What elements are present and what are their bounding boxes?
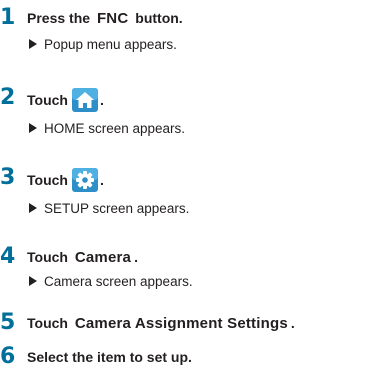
step-instruction: Touch Camera. xyxy=(27,249,138,266)
step-result: HOME screen appears. xyxy=(29,120,185,138)
home-icon xyxy=(71,88,98,117)
step-result: Camera screen appears. xyxy=(29,273,193,291)
step-number: 1 xyxy=(0,5,16,30)
step-instruction: Touch . xyxy=(27,168,104,197)
step-number: 2 xyxy=(0,85,16,110)
fnc-button-label: FNC xyxy=(96,10,129,27)
step-instruction: Touch Camera Assignment Settings. xyxy=(27,315,295,332)
step-number: 4 xyxy=(0,244,16,269)
step-result: Popup menu appears. xyxy=(29,36,177,54)
camera-key-label: Camera xyxy=(74,249,132,266)
step-instruction: Touch . xyxy=(27,88,104,117)
arrow-icon xyxy=(29,39,37,49)
step-instruction: Press the FNC button. xyxy=(27,10,183,27)
step-instruction: Select the item to set up. xyxy=(27,349,192,365)
gear-icon xyxy=(71,168,98,197)
step-result: SETUP screen appears. xyxy=(29,200,189,218)
arrow-icon xyxy=(29,123,37,133)
arrow-icon xyxy=(29,276,37,286)
camera-assignment-settings-label: Camera Assignment Settings xyxy=(74,315,288,332)
step-number: 5 xyxy=(0,310,16,335)
arrow-icon xyxy=(29,203,37,213)
step-number: 6 xyxy=(0,344,16,369)
step-number: 3 xyxy=(0,165,16,190)
